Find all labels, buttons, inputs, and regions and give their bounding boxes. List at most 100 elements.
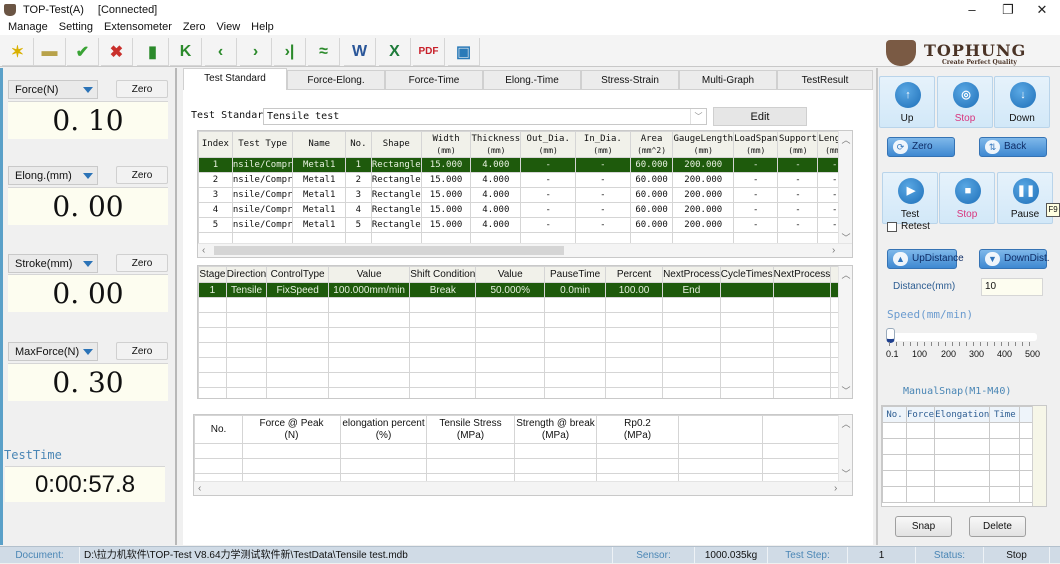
table-cell[interactable]: nsile/Compr [231,187,294,203]
column-header[interactable]: Time [989,406,1021,423]
first-button[interactable]: K [170,38,202,66]
column-header[interactable]: Value [475,266,546,283]
table-cell[interactable]: 1 [198,157,233,173]
trash-button[interactable]: ▮ [137,38,169,66]
zero-position-button[interactable]: ⟳ Zero [887,137,955,157]
column-header[interactable]: Force @ Peak (N) [242,415,341,444]
table-cell[interactable]: 4.000 [470,187,522,203]
pause-button[interactable]: ❚❚ Pause [997,172,1053,224]
table-cell[interactable]: - [520,217,577,233]
table-cell[interactable]: Rectangle [370,187,422,203]
table-cell[interactable]: 15.000 [420,217,472,233]
table-cell[interactable]: 60.000 [629,217,674,233]
table-cell[interactable]: Metal1 [292,187,346,203]
table-cell[interactable]: - [777,187,819,203]
table-cell[interactable]: Tensile [225,282,268,298]
result-horizontal-scrollbar[interactable]: ‹ › [194,481,852,495]
table-cell[interactable]: 4 [198,202,233,218]
table-cell[interactable]: 4.000 [470,202,522,218]
table-cell[interactable]: 5 [198,217,233,233]
column-header[interactable]: Index [198,131,233,158]
scroll-left-icon[interactable]: ‹ [202,244,205,257]
table-row[interactable]: 5 nsile/Compr Metal1 5 Rectangle 15.000 4.000-… [198,217,852,233]
elong-zero-button[interactable]: Zero [116,166,168,184]
table-cell[interactable]: - [777,157,819,173]
open-folder-button[interactable]: ▬ [34,38,66,66]
up-button[interactable]: ↑ Up [879,76,935,128]
close-button[interactable]: ✕ [1022,0,1060,19]
scroll-up-icon[interactable]: ︿ [839,133,852,146]
down-distance-button[interactable]: ▼ DownDist. [979,249,1050,269]
speed-slider-track[interactable] [887,333,1037,341]
connect-device-button[interactable]: ▣ [448,38,480,66]
table-cell[interactable]: nsile/Compr [231,202,294,218]
down-button[interactable]: ↓ Down [994,76,1050,128]
menu-extensometer[interactable]: Extensometer [104,21,172,33]
result-vertical-scrollbar[interactable]: ︿ ﹀ [838,415,852,481]
checkbox-box[interactable] [887,221,897,232]
column-header[interactable]: Strength @ break (MPa) [514,415,597,444]
table-cell[interactable]: 200.000 [672,217,735,233]
table-cell[interactable]: - [520,202,577,218]
pdf-export-button[interactable]: PDF [413,38,445,66]
scroll-right-icon[interactable]: › [832,244,835,257]
distance-input[interactable]: 10 [981,278,1043,296]
table-cell[interactable]: Metal1 [292,202,346,218]
previous-button[interactable]: ‹ [205,38,237,66]
edit-standard-button[interactable]: Edit [713,107,807,126]
table-cell[interactable]: 3 [345,187,372,203]
table-cell[interactable]: - [777,202,819,218]
table-cell[interactable]: - [733,202,779,218]
next-button[interactable]: › [240,38,272,66]
table-cell[interactable]: End [662,282,721,298]
column-header[interactable] [678,415,763,444]
table-cell[interactable]: - [575,202,631,218]
table-cell[interactable]: 2 [345,172,372,188]
table-cell[interactable]: 100.000mm/min [328,282,411,298]
table-cell[interactable]: 60.000 [629,157,674,173]
excel-export-button[interactable]: X [379,38,411,66]
table-cell[interactable] [719,282,774,298]
table-cell[interactable]: nsile/Compr [231,172,294,188]
scroll-up-icon[interactable]: ︿ [839,417,852,430]
specimen-vertical-scrollbar[interactable]: ︿ ﹀ [838,131,852,244]
table-row[interactable]: 3 nsile/Compr Metal1 3 Rectangle 15.000 4.000-… [198,187,852,203]
scroll-thumb[interactable] [214,246,564,255]
table-cell[interactable]: Break [409,282,477,298]
column-header[interactable]: Value [328,266,411,283]
menu-setting[interactable]: Setting [59,21,93,33]
retest-checkbox[interactable]: Retest [887,221,930,232]
last-button[interactable]: ›| [274,38,306,66]
menu-help[interactable]: Help [251,21,274,33]
table-row[interactable]: 4 nsile/Compr Metal1 4 Rectangle 15.000 4.000-… [198,202,852,218]
test-start-button[interactable]: ▶ Test [882,172,938,224]
table-cell[interactable]: - [777,172,819,188]
table-cell[interactable]: 50.000% [475,282,546,298]
column-header[interactable]: GaugeLength (mm) [672,131,735,158]
column-header[interactable]: CycleTimes [719,266,774,283]
table-row[interactable]: 1 nsile/Compr Metal1 1 Rectangle 15.000 4.000-… [198,157,852,173]
table-cell[interactable]: 200.000 [672,172,735,188]
force-zero-button[interactable]: Zero [116,80,168,98]
manual-snap-scrollbar[interactable] [1032,406,1046,506]
table-cell[interactable]: - [520,187,577,203]
column-header[interactable]: Area (mm^2) [629,131,674,158]
table-cell[interactable]: 60.000 [629,202,674,218]
table-cell[interactable]: 60.000 [629,187,674,203]
table-cell[interactable]: 15.000 [420,187,472,203]
column-header[interactable]: Rp0.2 (MPa) [596,415,679,444]
table-cell[interactable]: - [575,187,631,203]
column-header[interactable]: PauseTime [544,266,607,283]
table-cell[interactable]: 100.00 [605,282,664,298]
table-row[interactable]: 2 nsile/Compr Metal1 2 Rectangle 15.000 4.000-… [198,172,852,188]
column-header[interactable]: Shift Condition [409,266,477,283]
stroke-zero-button[interactable]: Zero [116,254,168,272]
table-cell[interactable]: 15.000 [420,172,472,188]
table-cell[interactable]: - [520,157,577,173]
scroll-right-icon[interactable]: › [834,482,837,495]
delete-record-button[interactable]: ✖ [101,38,133,66]
delete-snap-button[interactable]: Delete [969,516,1026,537]
save-check-button[interactable]: ✔ [67,38,99,66]
column-header[interactable]: Out_Dia. (mm) [520,131,577,158]
table-cell[interactable]: Rectangle [370,202,422,218]
